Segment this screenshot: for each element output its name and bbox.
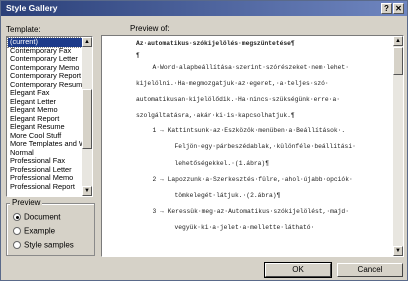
template-list-item[interactable]: Elegant Fax [8,89,82,98]
preview-line: kijelölni.·Ha·megmozgatjuk·az·egeret,·a·… [136,80,329,87]
preview-option-label: Style samples [24,240,74,250]
close-icon[interactable]: ✕ [393,3,404,14]
preview-line: ¶ [136,52,140,59]
preview-line: 3 → Keressük·meg·az·Automatikus·szókijel… [152,208,350,215]
window-title: Style Gallery [6,3,58,13]
radio-example[interactable] [13,226,21,235]
title-bar[interactable]: Style Gallery ? ✕ [1,1,407,16]
help-icon[interactable]: ? [381,3,392,14]
scroll-up-arrow-icon[interactable]: ▲ [82,37,92,47]
preview-option-example[interactable]: Example [13,226,55,236]
template-list-item[interactable]: Elegant Resume [8,123,82,132]
style-gallery-dialog: Style Gallery ? ✕ Template: (current) Con… [0,0,408,281]
preview-line: A·Word·alapbeállítása·szerint·szórészeke… [152,64,350,71]
radio-style-samples[interactable] [13,240,21,249]
scroll-up-arrow-icon[interactable]: ▲ [393,36,403,46]
template-list-item[interactable]: Elegant Report [8,115,82,124]
preview-line: lehetőségekkel.·(1.ábra)¶ [174,160,269,167]
template-list-item[interactable]: Professional Letter [8,166,82,175]
template-list-item[interactable]: Contemporary Fax [8,47,82,56]
preview-line: 2 → Lapozzunk·a·Szerkesztés·fülre,·ahol·… [152,176,353,183]
template-list-item[interactable]: More Cool Stuff [8,132,82,141]
preview-scrollbar[interactable]: ▲ ▼ [393,36,403,256]
scroll-down-arrow-icon[interactable]: ▼ [82,186,92,196]
template-list: (current) Contemporary Fax Contemporary Le… [7,37,83,192]
scroll-thumb[interactable] [393,47,403,75]
template-list-item[interactable]: Professional Memo [8,174,82,183]
preview-line: 1 → Kattintsunk·az·Eszközök·menüben·a·Be… [152,127,346,134]
template-list-item[interactable]: Elegant Letter [8,98,82,107]
template-list-item[interactable]: Contemporary Memo [8,64,82,73]
preview-line: tömkelegét·látjuk.·(2.ábra)¶ [174,192,281,199]
preview-line: automatikusan·kijelölődik.·Ha·nincs·szük… [136,96,341,103]
scroll-thumb[interactable] [82,89,92,149]
preview-line: Feljön·egy·párbeszédablak,·különféle·beá… [174,143,356,150]
template-scrollbar[interactable]: ▲ ▼ [82,37,92,196]
template-list-item[interactable]: (current) [7,37,83,48]
template-list-item[interactable]: More Templates and Wizards [8,140,82,149]
preview-line: Az·automatikus·szókijelölés·megszüntetés… [136,40,295,47]
template-list-item[interactable]: Contemporary Resume [8,81,82,90]
preview-of-label: Preview of: [130,24,170,33]
template-label: Template: [6,25,41,34]
template-list-item[interactable]: Contemporary Letter [8,55,82,64]
preview-line: szolgáltatásra,·akár·ki·is·kapcsolhatjuk… [136,112,295,119]
cancel-button[interactable]: Cancel [337,263,403,277]
preview-group-title: Preview [10,198,43,207]
radio-document[interactable] [13,212,21,221]
preview-option-label: Document [24,212,61,222]
template-list-item[interactable]: Contemporary Report [8,72,82,81]
preview-option-label: Example [24,226,56,236]
template-list-item[interactable]: Elegant Memo [8,106,82,115]
scroll-down-arrow-icon[interactable]: ▼ [393,246,403,256]
template-list-item[interactable]: Professional Report [8,183,82,192]
preview-line: vegyük·ki·a·jelet·a·mellette·látható· [174,224,315,231]
preview-option-document[interactable]: Document [13,212,60,222]
template-list-item[interactable]: Professional Fax [8,157,82,166]
preview-option-style-samples[interactable]: Style samples [13,240,74,250]
template-listbox[interactable]: (current) Contemporary Fax Contemporary Le… [6,36,93,197]
ok-button[interactable]: OK [264,262,332,278]
preview-groupbox: Preview Document Example Style samples [6,198,95,256]
template-list-item[interactable]: Normal [8,149,82,158]
preview-pane: Az·automatikus·szókijelölés·megszüntetés… [101,35,404,257]
